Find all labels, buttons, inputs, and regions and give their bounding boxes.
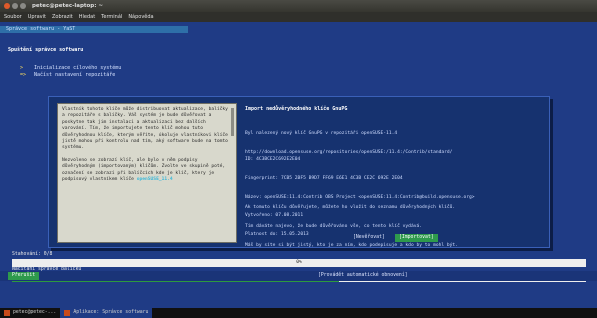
step-marker: => — [20, 72, 27, 78]
close-icon[interactable] — [4, 3, 10, 9]
step-marker: > — [20, 65, 24, 71]
window-title: petec@petec-laptop: ~ — [32, 3, 103, 9]
taskbar-item-yast[interactable]: Aplikace: Správce softwaru — [60, 308, 153, 318]
page-title: Spuštění správce softwaru — [8, 47, 84, 53]
step-progress-bar: 0% — [12, 259, 586, 267]
menu-terminal[interactable]: Terminál — [101, 14, 122, 20]
yast-icon — [64, 310, 71, 316]
step-progress-label: Stahování: 0/8 — [12, 252, 53, 257]
dont-trust-button[interactable]: [Nevěřovat] — [349, 234, 389, 242]
info-line: Ak tomuto klíču důvěřujete, můžete ho vl… — [245, 205, 456, 211]
trust-info: Ak tomuto klíču důvěřujete, můžete ho vl… — [245, 193, 545, 261]
repo-link[interactable]: openSUSE_11.4 — [137, 177, 173, 182]
menubar: Soubor Upravit Zobrazit Hledat Terminál … — [0, 12, 597, 22]
menu-help[interactable]: Nápověda — [128, 14, 153, 20]
info-line: Byl nalezený nový klíč GnuPG v repozitář… — [245, 131, 398, 137]
taskbar-item-label: petec@petec-... — [13, 310, 57, 315]
key-id: ID: 4C3BCE2C692E2E04 — [245, 157, 301, 163]
taskbar-item-terminal[interactable]: petec@petec-... — [0, 308, 60, 318]
taskbar-item-label: Aplikace: Správce softwaru — [73, 310, 149, 315]
maximize-icon[interactable] — [20, 3, 26, 9]
menu-edit[interactable]: Upravit — [28, 14, 46, 20]
step-label: Inicializace cílového systému — [34, 65, 122, 71]
description-text-2: Nezvoleno se zobrazí klíč, ale bylo v ně… — [62, 158, 232, 184]
abort-button[interactable]: Přerušit — [8, 272, 40, 280]
terminal-icon — [4, 310, 10, 316]
step-progress-value: 0% — [296, 260, 302, 265]
scrollbar[interactable] — [231, 108, 234, 136]
info-line: Máš by síte si být jistý, kto je za ním,… — [245, 242, 458, 248]
taskbar: petec@petec-... Aplikace: Správce softwa… — [0, 308, 597, 318]
minimize-icon[interactable] — [12, 3, 18, 9]
menu-search[interactable]: Hledat — [79, 14, 95, 20]
window-titlebar: petec@petec-laptop: ~ — [0, 0, 597, 12]
step-label: Načíst nastavení repozitáře — [34, 72, 116, 78]
menu-view[interactable]: Zobrazit — [52, 14, 73, 20]
step-item: => Načíst nastavení repozitáře — [20, 72, 115, 78]
terminal-subtitle: Správce softwaru - YaST — [0, 26, 188, 33]
menu-file[interactable]: Soubor — [4, 14, 22, 20]
terminal-area: Správce softwaru - YaST Spuštění správce… — [0, 22, 597, 308]
step-item: > Inicializace cílového systému — [20, 65, 121, 71]
auto-refresh-button[interactable]: [Provádět automatické obnovení] — [318, 272, 408, 280]
description-text-1: Vlastník tohoto klíče může distribuovat … — [62, 107, 228, 151]
description-panel[interactable]: Vlastník tohoto klíče může distribuovat … — [57, 103, 237, 243]
key-fingerprint: Fingerprint: 7CB5 2BF5 B9D7 FF69 E6E1 4C… — [245, 176, 403, 182]
import-button[interactable]: [Importovat] — [395, 234, 438, 242]
info-line: Tím dáváte najevo, že bude důvěřováno vš… — [245, 224, 423, 230]
bottom-action-bar: Přerušit [Provádět automatické obnovení] — [0, 271, 597, 281]
dialog-title: Import nedůvěryhodného klíče GnuPG — [245, 106, 348, 112]
gpg-import-dialog: Vlastník tohoto klíče může distribuovat … — [48, 96, 550, 248]
